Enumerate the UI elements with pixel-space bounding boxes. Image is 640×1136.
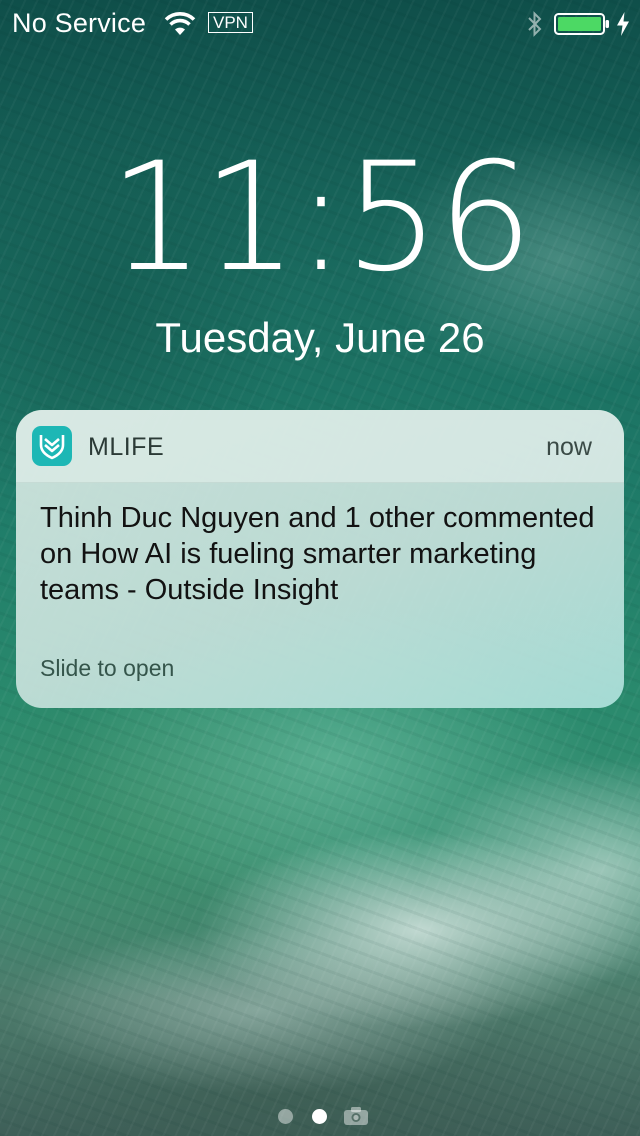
status-bar: No Service VPN (0, 0, 640, 48)
charging-icon (617, 12, 629, 36)
page-dot-2-active (312, 1109, 327, 1124)
notification-app-name: MLIFE (88, 433, 165, 461)
camera-icon[interactable] (343, 1106, 369, 1126)
page-indicator (0, 1106, 640, 1126)
notification-message: Thinh Duc Nguyen and 1 other commented o… (40, 502, 595, 606)
notification-time: now (546, 433, 592, 461)
lock-screen-date: Tuesday, June 26 (155, 314, 485, 361)
wifi-icon (164, 12, 196, 35)
notification-card[interactable]: MLIFE now Thinh Duc Nguyen and 1 other c… (16, 410, 624, 708)
mlife-app-icon (32, 426, 72, 466)
slide-to-open-label: Slide to open (40, 655, 175, 681)
carrier-label: No Service (12, 8, 147, 38)
vpn-badge: VPN (208, 12, 253, 33)
page-dot-1 (278, 1109, 293, 1124)
lock-screen-time: 11:56 (108, 131, 533, 305)
battery-icon (554, 13, 609, 35)
bluetooth-icon (528, 11, 542, 37)
notification-header: MLIFE now (16, 410, 624, 483)
mlife-logo-icon (39, 435, 65, 460)
